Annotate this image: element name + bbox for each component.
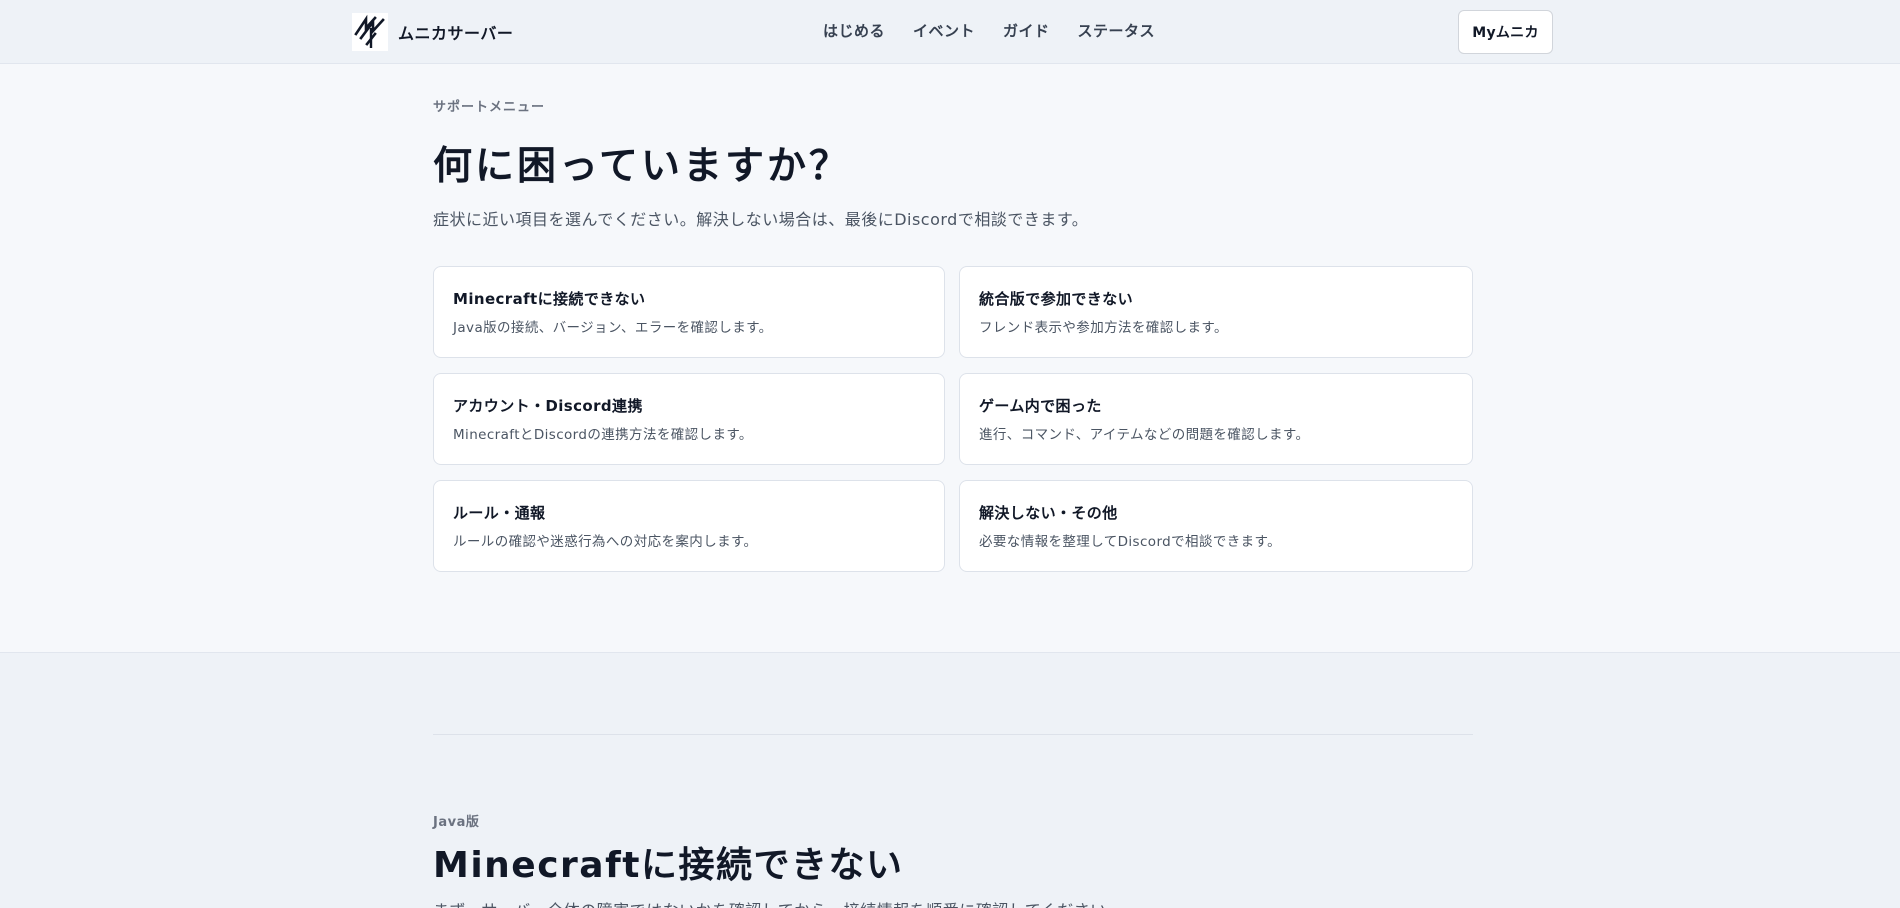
brand-name: ムニカサーバー (398, 24, 514, 43)
brand-home-link[interactable]: ムニカサーバー (352, 13, 513, 51)
main-nav: はじめる イベント ガイド ステータス (823, 20, 1155, 42)
card-description: 進行、コマンド、アイテムなどの問題を確認します。 (979, 427, 1310, 443)
section-divider (433, 734, 1473, 735)
munika-logo-icon (352, 13, 388, 51)
card-title: ルール・通報 (453, 504, 546, 522)
java-section-label: Java版 (433, 815, 480, 830)
card-title: ゲーム内で困った (979, 397, 1102, 415)
nav-item-start[interactable]: はじめる (823, 20, 885, 42)
card-title: Minecraftに接続できない (453, 290, 646, 308)
card-title: アカウント・Discord連携 (453, 397, 643, 415)
site-header: ムニカサーバー はじめる イベント ガイド ステータス Myムニカ (0, 0, 1900, 64)
nav-item-status[interactable]: ステータス (1078, 20, 1156, 42)
support-card-bedrock-join[interactable]: 統合版で参加できない フレンド表示や参加方法を確認します。 (959, 266, 1473, 358)
card-description: 必要な情報を整理してDiscordで相談できます。 (979, 534, 1281, 550)
my-munika-button[interactable]: Myムニカ (1458, 10, 1553, 54)
card-description: ルールの確認や迷惑行為への対応を案内します。 (453, 534, 758, 550)
java-connect-section: Java版 Minecraftに接続できない まず、サーバー全体の障害ではないか… (0, 652, 1900, 908)
java-section-intro: まず、サーバー全体の障害ではないかを確認してから、接続情報を順番に確認してくださ… (433, 899, 1123, 908)
support-card-account-discord[interactable]: アカウント・Discord連携 MinecraftとDiscordの連携方法を確… (433, 373, 945, 465)
support-card-other[interactable]: 解決しない・その他 必要な情報を整理してDiscordで相談できます。 (959, 480, 1473, 572)
page-subtitle: 症状に近い項目を選んでください。解決しない場合は、最後にDiscordで相談でき… (433, 210, 1089, 229)
support-card-ingame-trouble[interactable]: ゲーム内で困った 進行、コマンド、アイテムなどの問題を確認します。 (959, 373, 1473, 465)
card-description: Java版の接続、バージョン、エラーを確認します。 (453, 320, 773, 336)
java-section-title: Minecraftに接続できない (433, 845, 904, 886)
support-card-rules-report[interactable]: ルール・通報 ルールの確認や迷惑行為への対応を案内します。 (433, 480, 945, 572)
section-label: サポートメニュー (433, 100, 546, 115)
card-title: 統合版で参加できない (979, 290, 1134, 308)
support-card-java-connect[interactable]: Minecraftに接続できない Java版の接続、バージョン、エラーを確認しま… (433, 266, 945, 358)
card-title: 解決しない・その他 (979, 504, 1118, 522)
card-description: MinecraftとDiscordの連携方法を確認します。 (453, 427, 753, 443)
nav-item-events[interactable]: イベント (913, 20, 975, 42)
page-title: 何に困っていますか？ (433, 144, 852, 189)
support-card-grid: Minecraftに接続できない Java版の接続、バージョン、エラーを確認しま… (433, 266, 1473, 572)
nav-item-guide[interactable]: ガイド (1003, 20, 1050, 42)
card-description: フレンド表示や参加方法を確認します。 (979, 320, 1228, 336)
